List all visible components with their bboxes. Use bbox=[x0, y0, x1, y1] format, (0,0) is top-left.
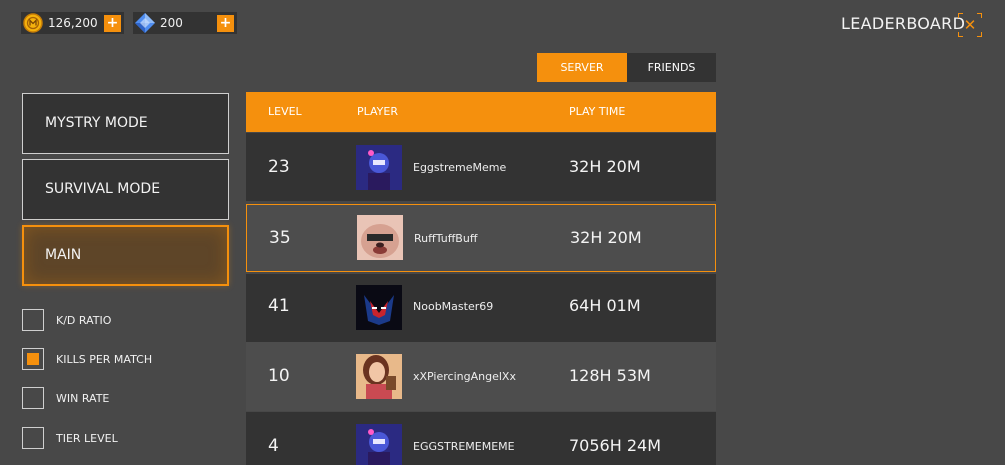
leaderboard-row[interactable]: 23 EggstremeMeme 32H 20M bbox=[246, 133, 716, 201]
gem-amount: 200 bbox=[160, 16, 183, 30]
add-gems-button[interactable]: + bbox=[217, 14, 234, 32]
row-level: 35 bbox=[269, 228, 291, 248]
row-player-name: EggstremeMeme bbox=[413, 161, 507, 174]
row-play-time: 32H 20M bbox=[569, 157, 641, 176]
checkbox[interactable] bbox=[22, 309, 44, 331]
woman-portrait-avatar bbox=[356, 354, 402, 399]
coin-amount: 126,200 bbox=[48, 16, 98, 30]
leaderboard-header: LEVEL PLAYER PLAY TIME bbox=[246, 92, 716, 132]
bracket-corner bbox=[977, 32, 982, 37]
gem-balance: 200 + bbox=[133, 12, 237, 34]
blue-robot-avatar bbox=[356, 424, 402, 465]
blue-gem-icon bbox=[134, 12, 156, 34]
survival-mode-button[interactable]: SURVIVAL MODE bbox=[22, 159, 229, 220]
filter-label: WIN RATE bbox=[56, 391, 110, 405]
filter-tier-level[interactable]: TIER LEVEL bbox=[22, 427, 118, 449]
row-play-time: 7056H 24M bbox=[569, 436, 661, 455]
checkbox-checked[interactable] bbox=[22, 348, 44, 370]
bracket-corner bbox=[977, 13, 982, 18]
row-player-name: xXPiercingAngelXx bbox=[413, 370, 516, 383]
row-level: 23 bbox=[268, 157, 290, 177]
row-level: 4 bbox=[268, 436, 279, 456]
coin-balance: 126,200 + bbox=[21, 12, 124, 34]
filter-label: K/D RATIO bbox=[56, 313, 112, 327]
leaderboard-row[interactable]: 4 EGGSTREMEMEME 7056H 24M bbox=[246, 412, 716, 465]
red-blue-mask-avatar bbox=[356, 285, 402, 330]
row-level: 10 bbox=[268, 366, 290, 386]
row-level: 41 bbox=[268, 296, 290, 316]
checkbox[interactable] bbox=[22, 387, 44, 409]
filter-win-rate[interactable]: WIN RATE bbox=[22, 387, 109, 409]
row-play-time: 128H 53M bbox=[569, 366, 651, 385]
add-coins-button[interactable]: + bbox=[104, 14, 121, 32]
column-play-time: PLAY TIME bbox=[569, 105, 626, 118]
leaderboard-row[interactable]: 10 xXPiercingAngelXx 128H 53M bbox=[246, 342, 716, 411]
close-icon: ✕ bbox=[963, 16, 977, 34]
bracket-corner bbox=[958, 32, 963, 37]
filter-label: TIER LEVEL bbox=[56, 431, 118, 445]
checkbox[interactable] bbox=[22, 427, 44, 449]
mystry-mode-button[interactable]: MYSTRY MODE bbox=[22, 93, 229, 154]
scope-tabs: SERVER FRIENDS bbox=[537, 53, 716, 82]
close-button[interactable]: ✕ bbox=[958, 13, 982, 37]
leaderboard-row-selected[interactable]: 35 RuffTuffBuff 32H 20M bbox=[246, 204, 716, 272]
tab-friends[interactable]: FRIENDS bbox=[627, 53, 716, 82]
gold-coin-icon bbox=[22, 12, 44, 34]
column-level: LEVEL bbox=[268, 105, 302, 118]
filter-kills-per-match[interactable]: KILLS PER MATCH bbox=[22, 348, 152, 370]
bracket-corner bbox=[958, 13, 963, 18]
row-player-name: EGGSTREMEMEME bbox=[413, 440, 515, 453]
main-mode-button[interactable]: MAIN bbox=[22, 225, 229, 286]
filter-label: KILLS PER MATCH bbox=[56, 352, 153, 366]
tab-server[interactable]: SERVER bbox=[537, 53, 627, 82]
filter-kd-ratio[interactable]: K/D RATIO bbox=[22, 309, 111, 331]
row-player-name: RuffTuffBuff bbox=[414, 232, 478, 245]
column-player: PLAYER bbox=[357, 105, 398, 118]
leaderboard-row[interactable]: 41 NoobMaster69 64H 01M bbox=[246, 274, 716, 342]
row-player-name: NoobMaster69 bbox=[413, 300, 494, 313]
blue-robot-avatar bbox=[356, 145, 402, 190]
row-play-time: 32H 20M bbox=[570, 228, 642, 247]
pink-dog-avatar bbox=[357, 215, 403, 260]
row-play-time: 64H 01M bbox=[569, 296, 641, 315]
page-title: LEADERBOARD bbox=[841, 14, 966, 33]
